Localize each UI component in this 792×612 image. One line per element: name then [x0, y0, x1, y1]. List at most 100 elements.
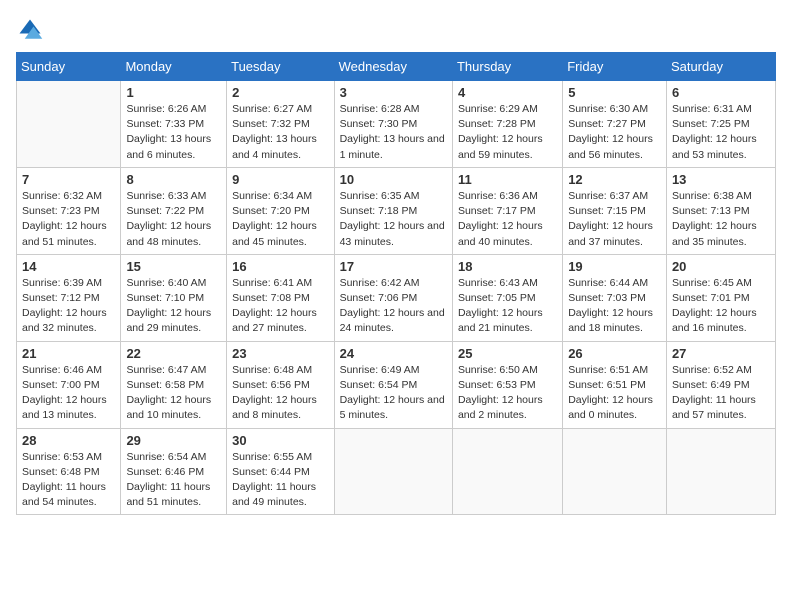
day-info: Sunrise: 6:44 AMSunset: 7:03 PMDaylight:… — [568, 276, 661, 337]
day-number: 27 — [672, 346, 770, 361]
calendar-cell: 21 Sunrise: 6:46 AMSunset: 7:00 PMDaylig… — [17, 341, 121, 428]
page-header — [16, 16, 776, 44]
calendar-cell: 29 Sunrise: 6:54 AMSunset: 6:46 PMDaylig… — [121, 428, 227, 515]
calendar-cell — [563, 428, 667, 515]
weekday-header: Sunday — [17, 53, 121, 81]
day-number: 15 — [126, 259, 221, 274]
day-number: 11 — [458, 172, 557, 187]
day-info: Sunrise: 6:53 AMSunset: 6:48 PMDaylight:… — [22, 450, 115, 511]
calendar-cell: 15 Sunrise: 6:40 AMSunset: 7:10 PMDaylig… — [121, 254, 227, 341]
day-info: Sunrise: 6:33 AMSunset: 7:22 PMDaylight:… — [126, 189, 221, 250]
calendar-week-row: 21 Sunrise: 6:46 AMSunset: 7:00 PMDaylig… — [17, 341, 776, 428]
calendar-week-row: 28 Sunrise: 6:53 AMSunset: 6:48 PMDaylig… — [17, 428, 776, 515]
day-info: Sunrise: 6:27 AMSunset: 7:32 PMDaylight:… — [232, 102, 328, 163]
calendar-cell: 24 Sunrise: 6:49 AMSunset: 6:54 PMDaylig… — [334, 341, 452, 428]
day-info: Sunrise: 6:35 AMSunset: 7:18 PMDaylight:… — [340, 189, 447, 250]
day-number: 28 — [22, 433, 115, 448]
calendar-cell: 16 Sunrise: 6:41 AMSunset: 7:08 PMDaylig… — [227, 254, 334, 341]
calendar-cell: 11 Sunrise: 6:36 AMSunset: 7:17 PMDaylig… — [452, 167, 562, 254]
day-info: Sunrise: 6:34 AMSunset: 7:20 PMDaylight:… — [232, 189, 328, 250]
day-number: 14 — [22, 259, 115, 274]
calendar-cell: 20 Sunrise: 6:45 AMSunset: 7:01 PMDaylig… — [666, 254, 775, 341]
calendar-week-row: 14 Sunrise: 6:39 AMSunset: 7:12 PMDaylig… — [17, 254, 776, 341]
day-number: 9 — [232, 172, 328, 187]
calendar-week-row: 1 Sunrise: 6:26 AMSunset: 7:33 PMDayligh… — [17, 81, 776, 168]
day-number: 13 — [672, 172, 770, 187]
calendar-cell: 27 Sunrise: 6:52 AMSunset: 6:49 PMDaylig… — [666, 341, 775, 428]
day-info: Sunrise: 6:31 AMSunset: 7:25 PMDaylight:… — [672, 102, 770, 163]
calendar-cell: 25 Sunrise: 6:50 AMSunset: 6:53 PMDaylig… — [452, 341, 562, 428]
weekday-header: Saturday — [666, 53, 775, 81]
day-number: 10 — [340, 172, 447, 187]
day-number: 7 — [22, 172, 115, 187]
day-number: 26 — [568, 346, 661, 361]
day-info: Sunrise: 6:39 AMSunset: 7:12 PMDaylight:… — [22, 276, 115, 337]
day-number: 24 — [340, 346, 447, 361]
calendar-cell: 26 Sunrise: 6:51 AMSunset: 6:51 PMDaylig… — [563, 341, 667, 428]
day-number: 20 — [672, 259, 770, 274]
calendar-cell — [334, 428, 452, 515]
day-info: Sunrise: 6:29 AMSunset: 7:28 PMDaylight:… — [458, 102, 557, 163]
logo — [16, 16, 48, 44]
day-info: Sunrise: 6:28 AMSunset: 7:30 PMDaylight:… — [340, 102, 447, 163]
calendar-cell: 7 Sunrise: 6:32 AMSunset: 7:23 PMDayligh… — [17, 167, 121, 254]
calendar-cell — [452, 428, 562, 515]
day-info: Sunrise: 6:51 AMSunset: 6:51 PMDaylight:… — [568, 363, 661, 424]
day-number: 21 — [22, 346, 115, 361]
calendar-cell: 3 Sunrise: 6:28 AMSunset: 7:30 PMDayligh… — [334, 81, 452, 168]
day-info: Sunrise: 6:30 AMSunset: 7:27 PMDaylight:… — [568, 102, 661, 163]
day-info: Sunrise: 6:54 AMSunset: 6:46 PMDaylight:… — [126, 450, 221, 511]
day-number: 18 — [458, 259, 557, 274]
calendar-cell: 1 Sunrise: 6:26 AMSunset: 7:33 PMDayligh… — [121, 81, 227, 168]
day-info: Sunrise: 6:55 AMSunset: 6:44 PMDaylight:… — [232, 450, 328, 511]
day-info: Sunrise: 6:38 AMSunset: 7:13 PMDaylight:… — [672, 189, 770, 250]
day-info: Sunrise: 6:42 AMSunset: 7:06 PMDaylight:… — [340, 276, 447, 337]
calendar-cell: 9 Sunrise: 6:34 AMSunset: 7:20 PMDayligh… — [227, 167, 334, 254]
day-info: Sunrise: 6:50 AMSunset: 6:53 PMDaylight:… — [458, 363, 557, 424]
calendar-cell: 5 Sunrise: 6:30 AMSunset: 7:27 PMDayligh… — [563, 81, 667, 168]
day-number: 6 — [672, 85, 770, 100]
day-info: Sunrise: 6:40 AMSunset: 7:10 PMDaylight:… — [126, 276, 221, 337]
day-info: Sunrise: 6:41 AMSunset: 7:08 PMDaylight:… — [232, 276, 328, 337]
day-info: Sunrise: 6:46 AMSunset: 7:00 PMDaylight:… — [22, 363, 115, 424]
calendar-cell: 2 Sunrise: 6:27 AMSunset: 7:32 PMDayligh… — [227, 81, 334, 168]
weekday-header: Thursday — [452, 53, 562, 81]
calendar-cell — [666, 428, 775, 515]
day-number: 29 — [126, 433, 221, 448]
day-number: 19 — [568, 259, 661, 274]
calendar-cell: 23 Sunrise: 6:48 AMSunset: 6:56 PMDaylig… — [227, 341, 334, 428]
calendar-cell: 13 Sunrise: 6:38 AMSunset: 7:13 PMDaylig… — [666, 167, 775, 254]
calendar-cell: 14 Sunrise: 6:39 AMSunset: 7:12 PMDaylig… — [17, 254, 121, 341]
weekday-header: Wednesday — [334, 53, 452, 81]
day-info: Sunrise: 6:37 AMSunset: 7:15 PMDaylight:… — [568, 189, 661, 250]
calendar-cell: 30 Sunrise: 6:55 AMSunset: 6:44 PMDaylig… — [227, 428, 334, 515]
logo-icon — [16, 16, 44, 44]
calendar-cell: 6 Sunrise: 6:31 AMSunset: 7:25 PMDayligh… — [666, 81, 775, 168]
day-info: Sunrise: 6:49 AMSunset: 6:54 PMDaylight:… — [340, 363, 447, 424]
calendar-cell: 22 Sunrise: 6:47 AMSunset: 6:58 PMDaylig… — [121, 341, 227, 428]
day-info: Sunrise: 6:48 AMSunset: 6:56 PMDaylight:… — [232, 363, 328, 424]
day-info: Sunrise: 6:52 AMSunset: 6:49 PMDaylight:… — [672, 363, 770, 424]
day-number: 1 — [126, 85, 221, 100]
calendar-cell: 19 Sunrise: 6:44 AMSunset: 7:03 PMDaylig… — [563, 254, 667, 341]
day-info: Sunrise: 6:36 AMSunset: 7:17 PMDaylight:… — [458, 189, 557, 250]
calendar-week-row: 7 Sunrise: 6:32 AMSunset: 7:23 PMDayligh… — [17, 167, 776, 254]
day-number: 3 — [340, 85, 447, 100]
day-info: Sunrise: 6:47 AMSunset: 6:58 PMDaylight:… — [126, 363, 221, 424]
day-info: Sunrise: 6:43 AMSunset: 7:05 PMDaylight:… — [458, 276, 557, 337]
weekday-header: Friday — [563, 53, 667, 81]
calendar-cell — [17, 81, 121, 168]
calendar-cell: 8 Sunrise: 6:33 AMSunset: 7:22 PMDayligh… — [121, 167, 227, 254]
calendar-cell: 10 Sunrise: 6:35 AMSunset: 7:18 PMDaylig… — [334, 167, 452, 254]
day-number: 8 — [126, 172, 221, 187]
day-info: Sunrise: 6:45 AMSunset: 7:01 PMDaylight:… — [672, 276, 770, 337]
calendar-cell: 12 Sunrise: 6:37 AMSunset: 7:15 PMDaylig… — [563, 167, 667, 254]
calendar-cell: 17 Sunrise: 6:42 AMSunset: 7:06 PMDaylig… — [334, 254, 452, 341]
day-number: 25 — [458, 346, 557, 361]
day-number: 12 — [568, 172, 661, 187]
calendar-cell: 18 Sunrise: 6:43 AMSunset: 7:05 PMDaylig… — [452, 254, 562, 341]
day-number: 16 — [232, 259, 328, 274]
weekday-header-row: SundayMondayTuesdayWednesdayThursdayFrid… — [17, 53, 776, 81]
day-number: 17 — [340, 259, 447, 274]
day-number: 5 — [568, 85, 661, 100]
